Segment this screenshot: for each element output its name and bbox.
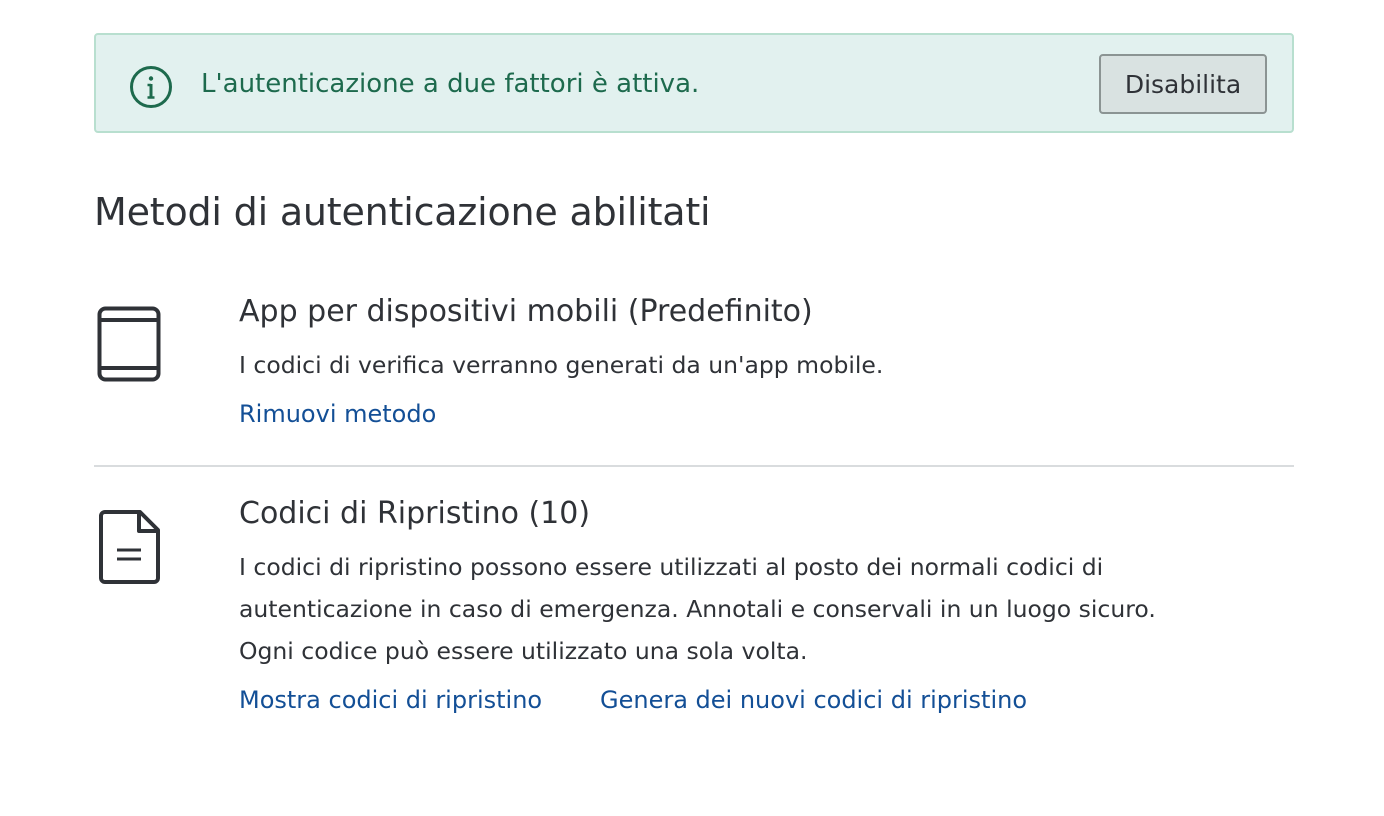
two-factor-status-message: L'autenticazione a due fattori è attiva.: [201, 69, 700, 99]
method-recovery-codes: Codici di Ripristino (10) I codici di ri…: [94, 492, 1294, 732]
document-icon: [94, 508, 164, 588]
show-recovery-codes-link[interactable]: Mostra codici di ripristino: [239, 686, 542, 714]
mobile-device-icon: [94, 306, 164, 386]
method-title: Codici di Ripristino (10): [239, 496, 591, 531]
section-title: Metodi di autenticazione abilitati: [94, 190, 711, 234]
divider: [94, 465, 1294, 467]
method-description-line: Ogni codice può essere utilizzato una so…: [239, 637, 808, 665]
method-title: App per dispositivi mobili (Predefinito): [239, 294, 813, 329]
two-factor-status-banner: L'autenticazione a due fattori è attiva.…: [94, 33, 1294, 133]
disable-two-factor-button[interactable]: Disabilita: [1099, 54, 1267, 114]
generate-recovery-codes-link[interactable]: Genera dei nuovi codici di ripristino: [600, 686, 1027, 714]
method-mobile-app: App per dispositivi mobili (Predefinito)…: [94, 290, 1294, 460]
info-icon: [129, 65, 173, 109]
remove-method-link[interactable]: Rimuovi metodo: [239, 400, 436, 428]
method-description-line: I codici di ripristino possono essere ut…: [239, 553, 1104, 581]
method-description-line: autenticazione in caso di emergenza. Ann…: [239, 595, 1156, 623]
method-description: I codici di verifica verranno generati d…: [239, 351, 884, 379]
